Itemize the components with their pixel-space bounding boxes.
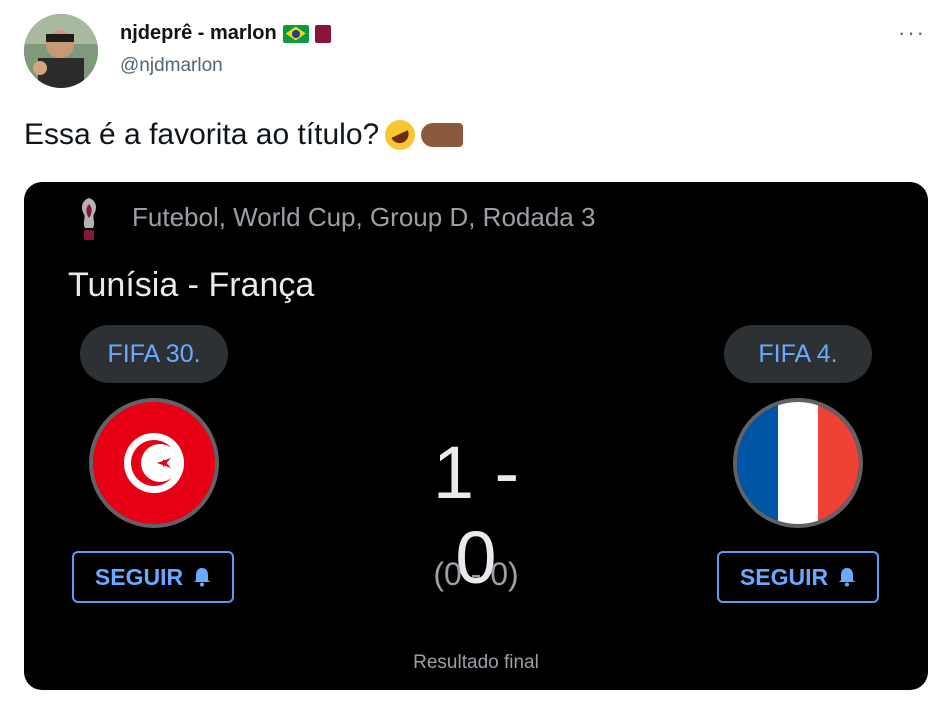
follow-away-label: SEGUIR: [739, 563, 829, 590]
qatar-flag-icon: [314, 24, 331, 43]
tunisia-flag-icon: [89, 398, 219, 528]
display-name[interactable]: njdeprê - marlon: [120, 22, 277, 45]
more-options-icon[interactable]: ···: [898, 20, 926, 46]
match-card[interactable]: Futebol, World Cup, Group D, Rodada 3 Tu…: [24, 182, 928, 690]
user-handle[interactable]: @njdmarlon: [120, 55, 331, 77]
avatar[interactable]: [24, 14, 98, 88]
rolling-laughing-emoji-icon: [380, 115, 421, 155]
tweet-text: Essa é a favorita ao título?: [24, 115, 464, 155]
follow-home-button[interactable]: SEGUIR: [72, 551, 234, 603]
halftime-score: (0 - 0): [433, 556, 519, 592]
home-fifa-rank-badge: FIFA 30.: [80, 325, 228, 383]
world-cup-trophy-icon: [81, 198, 97, 240]
match-title: Tunísia - França: [68, 266, 315, 304]
away-fifa-rank-badge: FIFA 4.: [724, 325, 872, 383]
tweet-text-content: Essa é a favorita ao título?: [24, 118, 380, 151]
bell-icon: [839, 568, 856, 587]
display-name-row[interactable]: njdeprê - marlon: [120, 22, 331, 45]
pointing-hand-emoji-icon: [421, 123, 464, 147]
match-status: Resultado final: [413, 652, 539, 673]
france-flag-icon: [733, 398, 863, 528]
competition-label: Futebol, World Cup, Group D, Rodada 3: [132, 202, 596, 232]
author-block: njdeprê - marlon @njdmarlon: [120, 22, 331, 77]
bell-icon: [194, 568, 211, 587]
follow-away-button[interactable]: SEGUIR: [717, 551, 879, 603]
brazil-flag-icon: [282, 24, 309, 43]
follow-home-label: SEGUIR: [94, 563, 184, 590]
